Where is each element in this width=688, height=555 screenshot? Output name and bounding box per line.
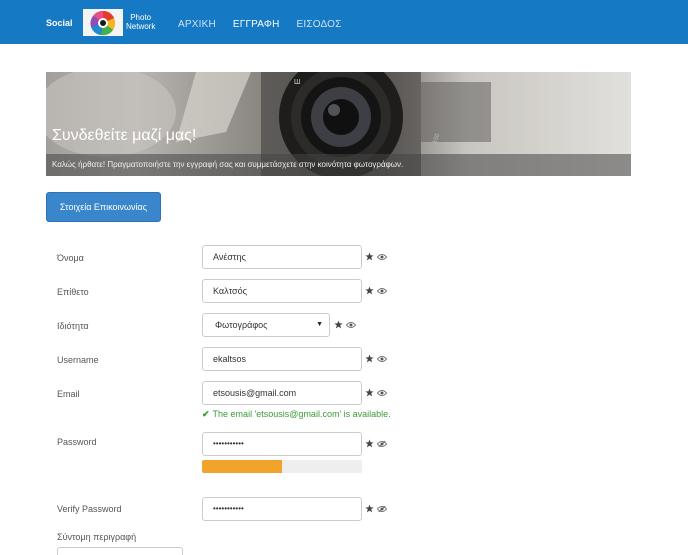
logo-line-network: Network bbox=[126, 22, 156, 31]
eye-icon[interactable] bbox=[377, 389, 387, 397]
verify-password-field[interactable]: ••••••••••• bbox=[202, 497, 362, 521]
password-icons bbox=[365, 439, 387, 448]
eye-icon[interactable] bbox=[346, 321, 356, 329]
nav-register[interactable]: ΕΓΓΡΑΦΗ bbox=[233, 19, 280, 30]
username-field[interactable]: ekaltsos bbox=[202, 347, 362, 371]
main-nav: ΑΡΧΙΚΗ ΕΓΓΡΑΦΗ ΕΙΣΟΔΟΣ bbox=[178, 19, 342, 30]
eye-icon[interactable] bbox=[377, 287, 387, 295]
star-icon bbox=[365, 286, 374, 295]
email-availability-message: ✔ The email 'etsousis@gmail.com' is avail… bbox=[202, 409, 391, 420]
check-icon: ✔ bbox=[202, 409, 210, 419]
star-icon bbox=[334, 320, 343, 329]
top-navbar: Social Photo Network ΑΡΧΙΚΗ ΕΓΓΡΑΦΗ ΕΙΣΟ… bbox=[0, 0, 688, 44]
first-name-icons bbox=[365, 252, 387, 261]
logo-line-photo: Photo bbox=[130, 13, 152, 22]
username-label: Username bbox=[57, 355, 99, 365]
verify-password-icons bbox=[365, 504, 387, 513]
verify-password-label: Verify Password bbox=[57, 504, 122, 514]
eye-icon[interactable] bbox=[377, 355, 387, 363]
star-icon bbox=[365, 388, 374, 397]
role-icons bbox=[334, 320, 356, 329]
first-name-field[interactable]: Ανέστης bbox=[202, 245, 362, 269]
username-icons bbox=[365, 354, 387, 363]
contact-details-tab-button[interactable]: Στοιχεία Επικοινωνίας bbox=[46, 192, 161, 222]
role-label: Ιδιότητα bbox=[57, 321, 89, 331]
site-logo[interactable]: Social Photo Network bbox=[46, 9, 162, 36]
short-description-label: Σύντομη περιγραφή bbox=[57, 532, 137, 542]
password-label: Password bbox=[57, 437, 97, 447]
email-status-text: The email 'etsousis@gmail.com' is availa… bbox=[212, 409, 391, 419]
nav-home[interactable]: ΑΡΧΙΚΗ bbox=[178, 19, 216, 30]
password-strength-meter bbox=[202, 460, 362, 473]
last-name-icons bbox=[365, 286, 387, 295]
password-strength-fill bbox=[202, 460, 282, 473]
star-icon bbox=[365, 439, 374, 448]
svg-text:Ш: Ш bbox=[294, 79, 300, 86]
password-field[interactable]: ••••••••••• bbox=[202, 432, 362, 456]
star-icon bbox=[365, 504, 374, 513]
last-name-label: Επίθετο bbox=[57, 287, 89, 297]
nav-login[interactable]: ΕΙΣΟΔΟΣ bbox=[297, 19, 342, 30]
eye-slash-icon[interactable] bbox=[377, 440, 387, 448]
eye-icon[interactable] bbox=[377, 253, 387, 261]
star-icon bbox=[365, 354, 374, 363]
role-select[interactable]: Φωτογράφος ▼ bbox=[202, 313, 330, 337]
email-label: Email bbox=[57, 389, 80, 399]
email-icons bbox=[365, 388, 387, 397]
short-description-textarea[interactable] bbox=[57, 547, 183, 555]
email-field[interactable]: etsousis@gmail.com bbox=[202, 381, 362, 405]
logo-text-photo-network: Photo Network bbox=[126, 13, 155, 31]
caret-down-icon: ▼ bbox=[316, 321, 323, 328]
banner-subtitle: Καλώς ήρθατε! Πραγματοποιήστε την εγγραφ… bbox=[52, 160, 404, 169]
last-name-field[interactable]: Καλτσός bbox=[202, 279, 362, 303]
camera-lens-logo-icon bbox=[83, 9, 123, 36]
first-name-label: Όνομα bbox=[57, 253, 84, 263]
star-icon bbox=[365, 252, 374, 261]
banner-caption-strip: Καλώς ήρθατε! Πραγματοποιήστε την εγγραφ… bbox=[46, 154, 631, 176]
role-select-value: Φωτογράφος bbox=[215, 320, 268, 330]
logo-text-social: Social bbox=[46, 18, 73, 28]
eye-slash-icon[interactable] bbox=[377, 505, 387, 513]
hero-banner: Ш 150 Συνδεθείτε μαζί μας! Καλώς ήρθατε!… bbox=[46, 72, 631, 176]
banner-title: Συνδεθείτε μαζί μας! bbox=[52, 127, 197, 144]
